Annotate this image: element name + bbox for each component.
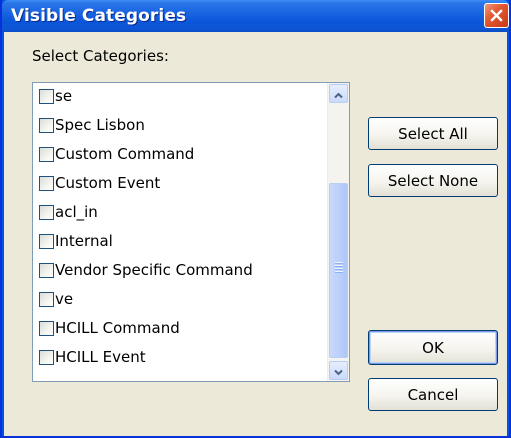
list-item-label: Custom Command [55, 145, 195, 163]
checkbox[interactable] [39, 204, 54, 220]
list-item-label: ve [55, 290, 74, 308]
checkbox[interactable] [39, 291, 54, 307]
list-item-se[interactable]: se [39, 85, 72, 107]
categories-listbox[interactable]: se Spec Lisbon Custom Command Custom Eve… [32, 82, 350, 382]
list-item-label: HCILL Event [55, 348, 146, 366]
cancel-button[interactable]: Cancel [368, 378, 498, 411]
list-item-acl-in[interactable]: acl_in [39, 201, 98, 223]
list-item-label: se [55, 87, 73, 105]
list-item-ve[interactable]: ve [39, 288, 73, 310]
close-icon [490, 9, 503, 22]
list-item-custom-event[interactable]: Custom Event [39, 172, 160, 194]
scroll-up-button[interactable] [329, 84, 348, 103]
scroll-up-arrow-icon [334, 84, 343, 103]
dialog-title: Visible Categories [11, 6, 187, 26]
scroll-down-button[interactable] [329, 361, 348, 380]
title-bar[interactable]: Visible Categories [2, 0, 509, 32]
visible-categories-dialog: Visible Categories Select Categories: se… [0, 0, 511, 438]
scrollbar-thumb[interactable] [329, 183, 348, 358]
list-item-spec-lisbon[interactable]: Spec Lisbon [39, 114, 145, 136]
checkbox[interactable] [39, 349, 54, 365]
thumb-grip-line [335, 265, 343, 267]
vertical-scrollbar[interactable] [327, 83, 349, 381]
list-item-vendor-specific-command[interactable]: Vendor Specific Command [39, 259, 253, 281]
list-item-label: Spec Lisbon [55, 116, 145, 134]
list-item-label: acl_in [55, 203, 98, 221]
scroll-down-arrow-icon [334, 361, 343, 380]
checkbox[interactable] [39, 117, 54, 133]
checkbox[interactable] [39, 233, 54, 249]
list-item-internal[interactable]: Internal [39, 230, 113, 252]
list-item-label: HCILL Command [55, 319, 180, 337]
thumb-grip-line [335, 271, 343, 273]
ok-button[interactable]: OK [368, 330, 498, 365]
list-item-label: Internal [55, 232, 113, 250]
thumb-grip-line [335, 268, 343, 270]
list-item-hcill-command[interactable]: HCILL Command [39, 317, 180, 339]
select-none-button[interactable]: Select None [368, 164, 498, 197]
checkbox[interactable] [39, 146, 54, 162]
select-categories-label: Select Categories: [32, 47, 169, 65]
list-item-label: Custom Event [55, 174, 161, 192]
list-item-custom-command[interactable]: Custom Command [39, 143, 194, 165]
thumb-grip-line [335, 262, 343, 264]
checkbox[interactable] [39, 175, 54, 191]
checkbox[interactable] [39, 320, 54, 336]
checkbox[interactable] [39, 88, 54, 104]
list-item-label: Vendor Specific Command [55, 261, 253, 279]
close-button[interactable] [484, 3, 509, 28]
list-item-hcill-event[interactable]: HCILL Event [39, 346, 146, 368]
checkbox[interactable] [39, 262, 54, 278]
select-all-button[interactable]: Select All [368, 117, 498, 150]
